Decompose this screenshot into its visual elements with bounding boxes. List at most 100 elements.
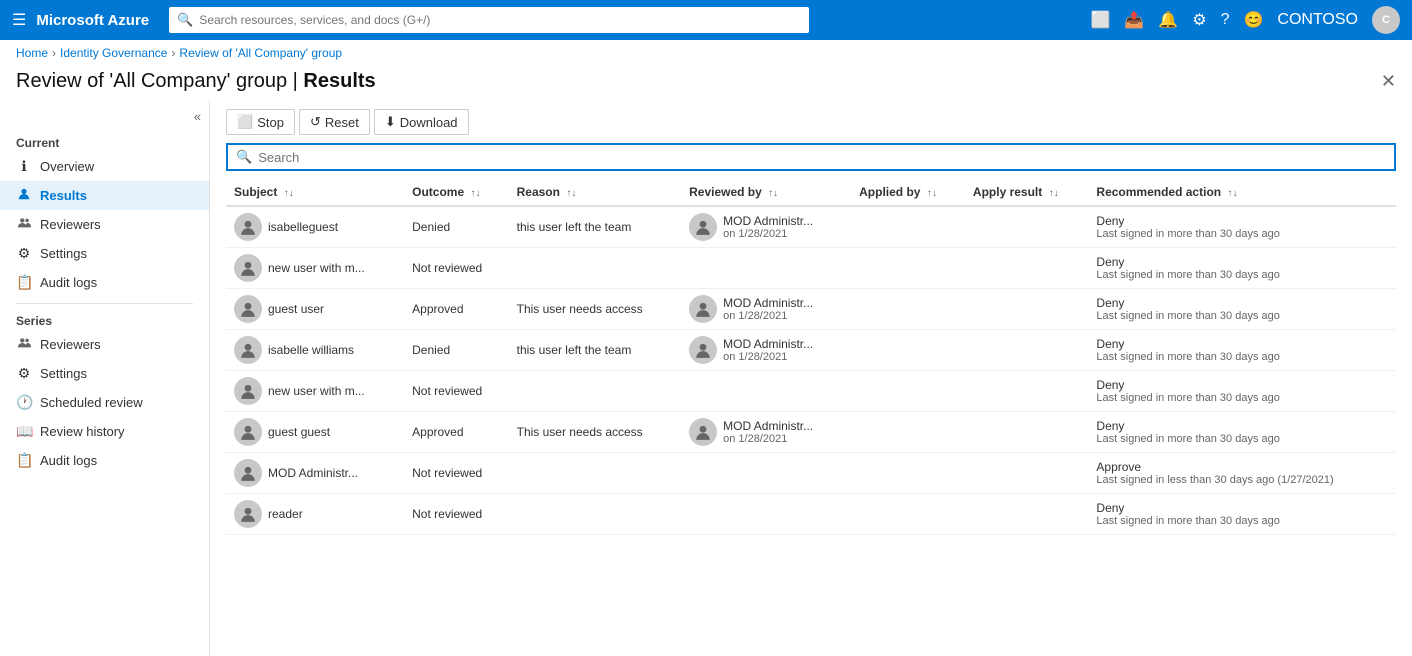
breadcrumb: Home › Identity Governance › Review of '… xyxy=(0,40,1412,66)
reset-icon: ↺ xyxy=(310,114,321,130)
close-button[interactable]: ✕ xyxy=(1381,71,1396,92)
reviewer-info: MOD Administr...on 1/28/2021 xyxy=(723,337,813,363)
sidebar-current-label: Current xyxy=(0,132,209,152)
sidebar-item-results[interactable]: Results xyxy=(0,181,209,210)
content-area: ⬜ Stop ↺ Reset ⬇ Download 🔍 xyxy=(210,101,1412,656)
outcome-cell: Denied xyxy=(404,206,508,248)
recommended-action-cell: DenyLast signed in more than 30 days ago xyxy=(1088,248,1396,289)
col-reviewed-by[interactable]: Reviewed by ↑↓ xyxy=(681,179,851,206)
sidebar-item-series-reviewers[interactable]: Reviewers xyxy=(0,330,209,359)
search-input-wrapper[interactable]: 🔍 xyxy=(226,143,1396,171)
toolbar: ⬜ Stop ↺ Reset ⬇ Download xyxy=(226,109,1396,135)
reset-button[interactable]: ↺ Reset xyxy=(299,109,370,135)
col-applied-by[interactable]: Applied by ↑↓ xyxy=(851,179,965,206)
col-outcome[interactable]: Outcome ↑↓ xyxy=(404,179,508,206)
settings-icon[interactable]: ⚙ xyxy=(1192,10,1206,30)
sidebar-item-series-settings[interactable]: ⚙ Settings xyxy=(0,359,209,388)
col-reason[interactable]: Reason ↑↓ xyxy=(509,179,682,206)
feedback-icon[interactable]: 📤 xyxy=(1124,10,1144,30)
sidebar-label-scheduled: Scheduled review xyxy=(40,395,143,410)
stop-label: Stop xyxy=(257,115,284,130)
main-layout: « Current ℹ Overview Results Reviewers ⚙… xyxy=(0,101,1412,656)
sort-reason-icon[interactable]: ↑↓ xyxy=(566,188,576,199)
notifications-icon[interactable]: 🔔 xyxy=(1158,10,1178,30)
reviewed-by-cell xyxy=(681,248,851,289)
user-avatar xyxy=(234,336,262,364)
reviewed-by-cell: MOD Administr...on 1/28/2021 xyxy=(681,289,851,330)
reviewed-by-cell xyxy=(681,371,851,412)
sort-applied-icon[interactable]: ↑↓ xyxy=(927,188,937,199)
rec-sub: Last signed in more than 30 days ago xyxy=(1096,228,1388,240)
sidebar-label-history: Review history xyxy=(40,424,125,439)
collapse-icon[interactable]: « xyxy=(194,109,201,124)
page-title-suffix: Results xyxy=(303,70,375,92)
cloud-shell-icon[interactable]: ⬜ xyxy=(1090,10,1110,30)
scheduled-icon: 🕐 xyxy=(16,394,32,411)
reviewer-name: MOD Administr... xyxy=(723,214,813,228)
sidebar-item-reviewers[interactable]: Reviewers xyxy=(0,210,209,239)
applied-by-cell xyxy=(851,453,965,494)
breadcrumb-sep-2: › xyxy=(171,46,175,60)
sidebar-item-settings[interactable]: ⚙ Settings xyxy=(0,239,209,268)
page-title-separator: | xyxy=(293,70,304,92)
sidebar-label-series-settings: Settings xyxy=(40,366,87,381)
col-subject[interactable]: Subject ↑↓ xyxy=(226,179,404,206)
rec-action: Approve xyxy=(1096,460,1388,474)
rec-action: Deny xyxy=(1096,378,1388,392)
reviewer-avatar xyxy=(689,213,717,241)
series-reviewers-icon xyxy=(16,336,32,353)
sidebar-item-overview[interactable]: ℹ Overview xyxy=(0,152,209,181)
reason-cell xyxy=(509,494,682,535)
user-avatar xyxy=(234,418,262,446)
stop-button[interactable]: ⬜ Stop xyxy=(226,109,295,135)
reason-cell: this user left the team xyxy=(509,206,682,248)
sort-subject-icon[interactable]: ↑↓ xyxy=(284,188,294,199)
user-avatar xyxy=(234,254,262,282)
breadcrumb-identity-governance[interactable]: Identity Governance xyxy=(60,46,167,60)
sidebar-divider xyxy=(16,303,193,304)
outcome-cell: Not reviewed xyxy=(404,371,508,412)
breadcrumb-home[interactable]: Home xyxy=(16,46,48,60)
sort-reviewed-icon[interactable]: ↑↓ xyxy=(768,188,778,199)
page-title-bar: Review of 'All Company' group | Results … xyxy=(0,66,1412,101)
rec-sub: Last signed in more than 30 days ago xyxy=(1096,515,1388,527)
help-icon[interactable]: ? xyxy=(1221,11,1230,29)
sort-outcome-icon[interactable]: ↑↓ xyxy=(471,188,481,199)
search-input[interactable] xyxy=(258,150,1386,165)
user-avatar xyxy=(234,459,262,487)
download-button[interactable]: ⬇ Download xyxy=(374,109,469,135)
sidebar-item-review-history[interactable]: 📖 Review history xyxy=(0,417,209,446)
applied-by-cell xyxy=(851,206,965,248)
table-row: readerNot reviewedDenyLast signed in mor… xyxy=(226,494,1396,535)
reviewers-icon xyxy=(16,216,32,233)
sort-apply-result-icon[interactable]: ↑↓ xyxy=(1049,188,1059,199)
sidebar-collapse[interactable]: « xyxy=(0,109,209,132)
rec-action: Deny xyxy=(1096,214,1388,228)
col-recommended-action[interactable]: Recommended action ↑↓ xyxy=(1088,179,1396,206)
table-row: MOD Administr...Not reviewedApproveLast … xyxy=(226,453,1396,494)
sidebar-item-audit-logs[interactable]: 📋 Audit logs xyxy=(0,268,209,297)
global-search-input[interactable] xyxy=(199,13,801,27)
col-apply-result[interactable]: Apply result ↑↓ xyxy=(965,179,1089,206)
reason-cell: This user needs access xyxy=(509,412,682,453)
subject-cell: isabelle williams xyxy=(226,330,404,371)
apply-result-cell xyxy=(965,371,1089,412)
apply-result-cell xyxy=(965,330,1089,371)
smiley-icon[interactable]: 😊 xyxy=(1243,10,1263,30)
recommended-action-cell: DenyLast signed in more than 30 days ago xyxy=(1088,412,1396,453)
sort-rec-icon[interactable]: ↑↓ xyxy=(1227,188,1237,199)
reason-cell xyxy=(509,453,682,494)
rec-sub: Last signed in more than 30 days ago xyxy=(1096,351,1388,363)
rec-sub: Last signed in more than 30 days ago xyxy=(1096,269,1388,281)
global-search-bar[interactable]: 🔍 xyxy=(169,7,809,33)
apply-result-cell xyxy=(965,248,1089,289)
reset-label: Reset xyxy=(325,115,359,130)
recommended-action-cell: DenyLast signed in more than 30 days ago xyxy=(1088,206,1396,248)
sidebar-item-scheduled-review[interactable]: 🕐 Scheduled review xyxy=(0,388,209,417)
avatar[interactable]: C xyxy=(1372,6,1400,34)
hamburger-icon[interactable]: ☰ xyxy=(12,10,26,30)
stop-icon: ⬜ xyxy=(237,114,253,130)
audit-icon: 📋 xyxy=(16,274,32,291)
sidebar-item-series-audit[interactable]: 📋 Audit logs xyxy=(0,446,209,475)
breadcrumb-review[interactable]: Review of 'All Company' group xyxy=(179,46,342,60)
